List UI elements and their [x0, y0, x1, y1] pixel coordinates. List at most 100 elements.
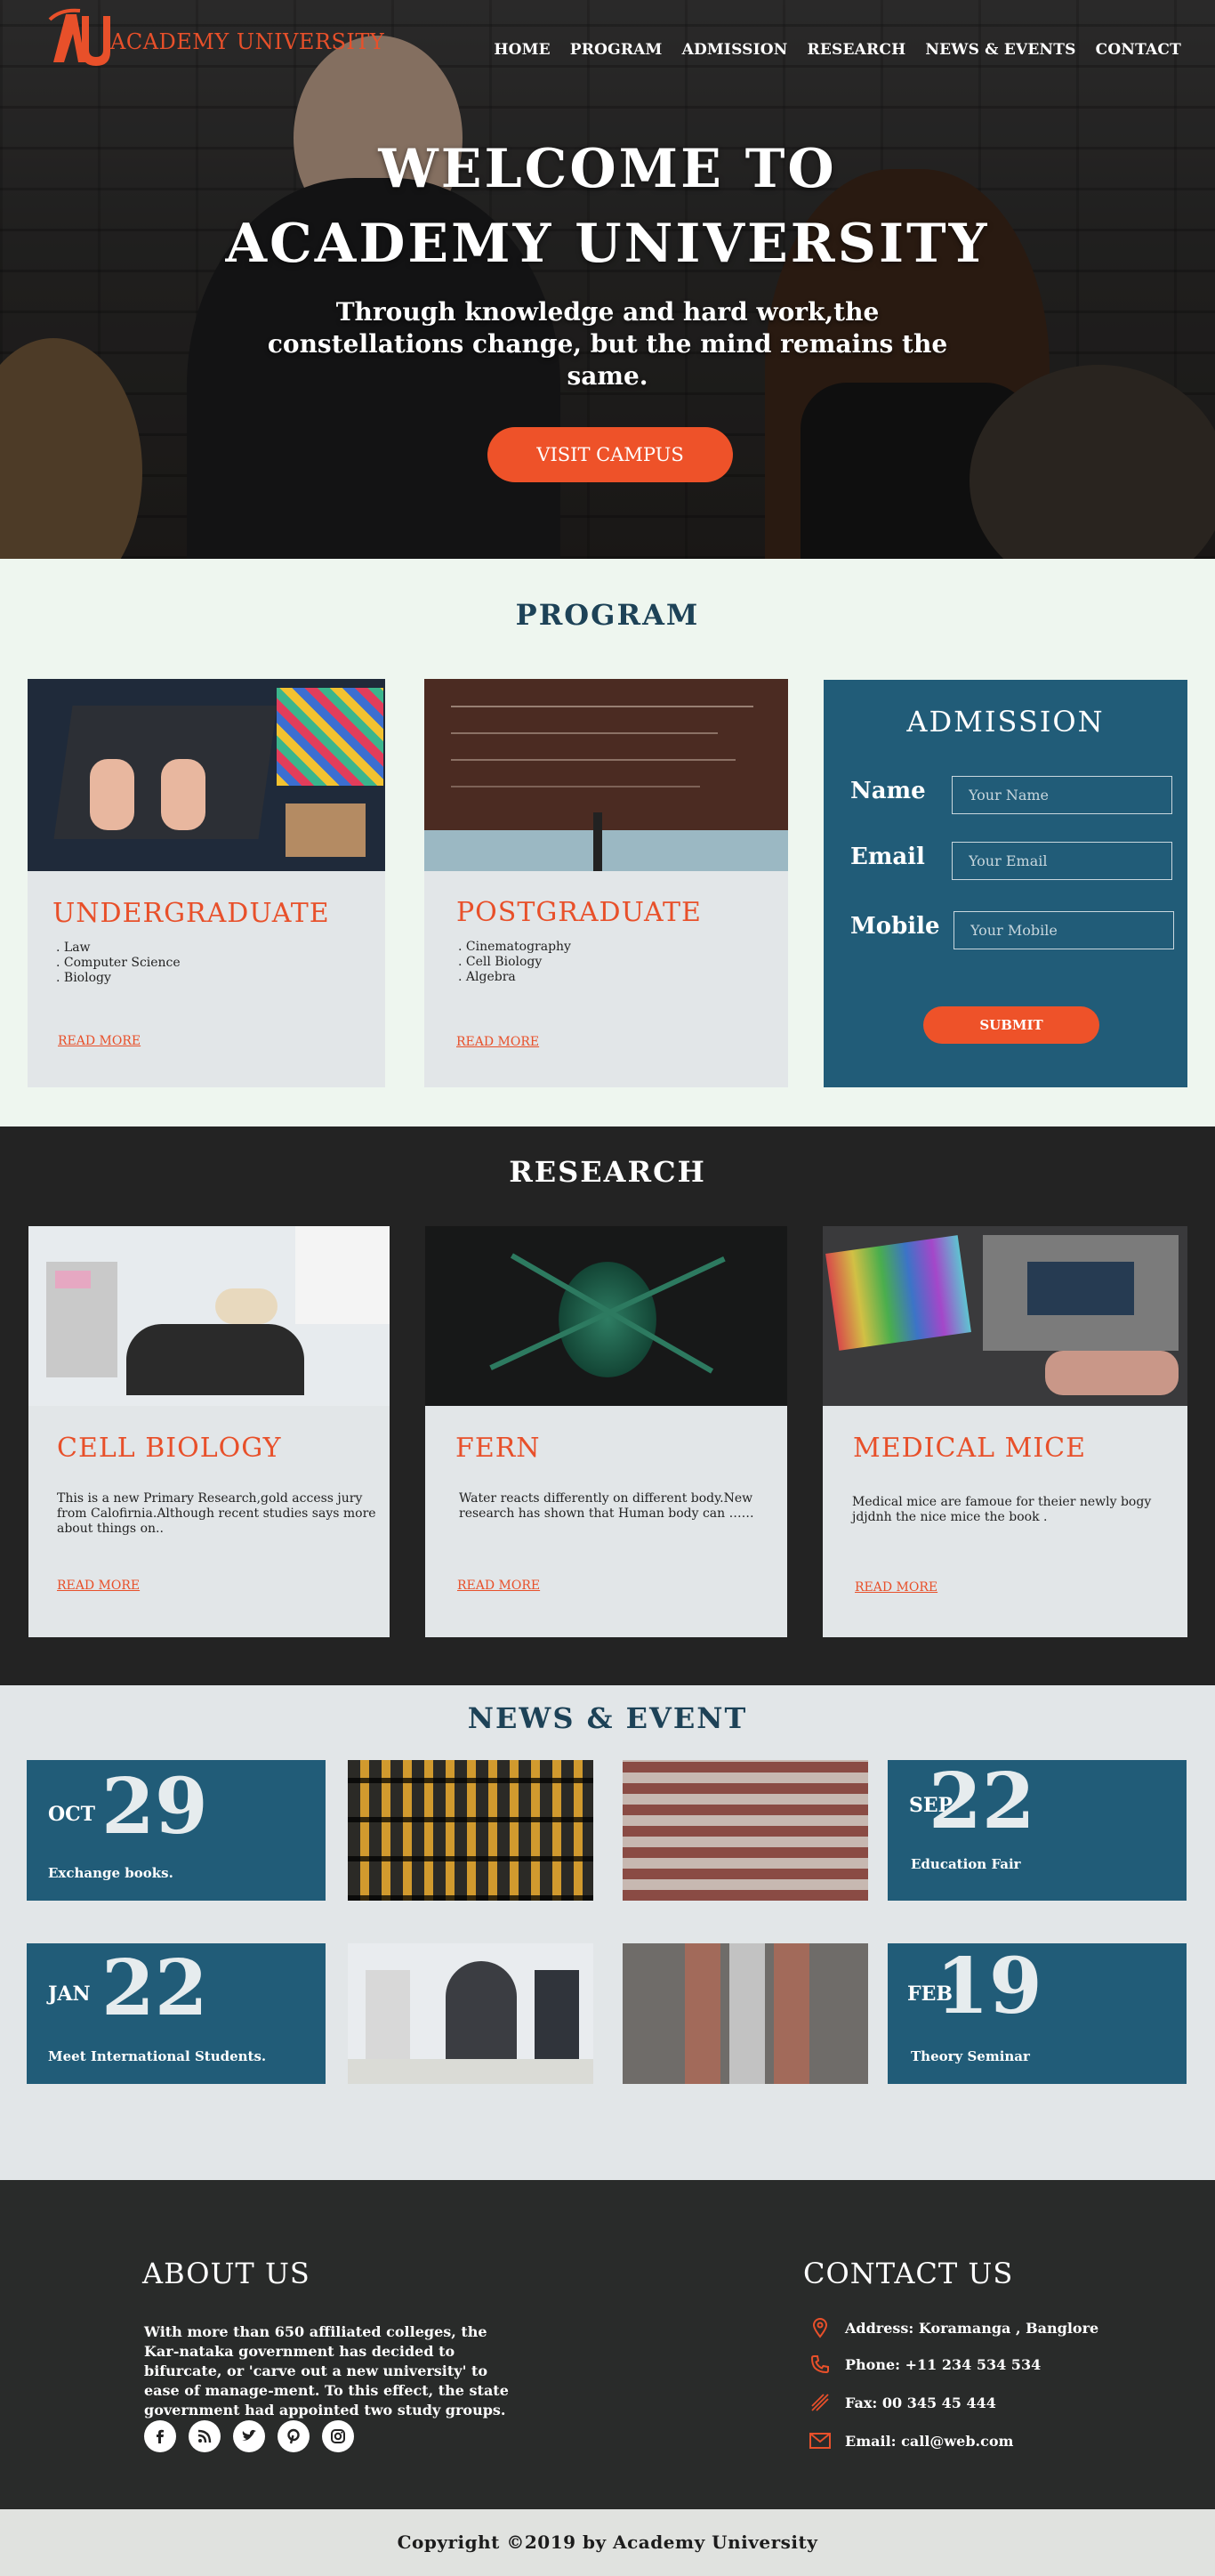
address-text: Address: Koramanga , Banglore: [845, 2319, 1099, 2337]
main-nav: HOME PROGRAM ADMISSION RESEARCH NEWS & E…: [494, 41, 1181, 59]
event-description: Theory Seminar: [911, 2048, 1030, 2064]
event-description: Meet International Students.: [48, 2048, 267, 2064]
card-text: Medical mice are famoue for theier newly…: [852, 1495, 1152, 1524]
event-month: JAN: [48, 1982, 91, 2006]
contact-email: Email: call@web.com: [808, 2428, 1013, 2453]
site-logo[interactable]: ACADEMY UNIVERSITY: [46, 7, 384, 73]
email-text: Email: call@web.com: [845, 2432, 1014, 2450]
read-more-link[interactable]: READ MORE: [457, 1579, 540, 1593]
email-input[interactable]: [952, 842, 1172, 880]
card-title: POSTGRADUATE: [456, 897, 702, 928]
event-day: 19: [936, 1942, 1042, 2031]
envelope-icon: [808, 2428, 833, 2453]
course-item: . Cinematography: [458, 940, 571, 954]
card-title: MEDICAL MICE: [853, 1433, 1087, 1464]
contact-address: Address: Koramanga , Banglore: [808, 2315, 1098, 2340]
university-logo-icon: [48, 8, 110, 66]
card-title: UNDERGRADUATE: [52, 898, 330, 929]
hero-title: WELCOME TO ACADEMY UNIVERSITY: [0, 132, 1215, 281]
event-day: 29: [101, 1762, 208, 1852]
contact-title: CONTACT US: [803, 2257, 1014, 2290]
course-item: . Biology: [56, 971, 111, 985]
read-more-link[interactable]: READ MORE: [456, 1035, 539, 1049]
copyright: Copyright ©2019 by Academy University: [0, 2509, 1215, 2576]
course-list: . Cinematography . Cell Biology . Algebr…: [458, 940, 571, 985]
mobile-label: Mobile: [850, 913, 940, 940]
submit-button[interactable]: SUBMIT: [923, 1006, 1099, 1044]
machinery-image: [623, 1943, 868, 2084]
course-list: . Law . Computer Science . Biology: [56, 941, 181, 986]
hero-subtitle: Through knowledge and hard work,the cons…: [267, 297, 948, 391]
pinterest-icon[interactable]: [278, 2420, 310, 2452]
research-card-cell-biology: CELL BIOLOGY This is a new Primary Resea…: [28, 1226, 390, 1637]
research-card-medical-mice: MEDICAL MICE Medical mice are famoue for…: [823, 1226, 1187, 1637]
nav-admission[interactable]: ADMISSION: [682, 41, 788, 59]
nav-home[interactable]: HOME: [494, 41, 550, 59]
news-title: NEWS & EVENT: [467, 1701, 748, 1735]
course-item: . Law: [56, 941, 91, 955]
contact-phone: Phone: +11 234 534 534: [808, 2352, 1041, 2377]
social-links: [144, 2420, 354, 2452]
laptop-image: [28, 679, 385, 871]
email-label: Email: [850, 844, 925, 870]
program-card-undergraduate: UNDERGRADUATE . Law . Computer Science .…: [28, 679, 385, 1087]
read-more-link[interactable]: READ MORE: [58, 1034, 141, 1048]
news-section: NEWS & EVENT OCT 29 Exchange books. SEP …: [0, 1685, 1215, 2180]
nav-news-events[interactable]: NEWS & EVENTS: [925, 41, 1075, 59]
card-text: Water reacts differently on different bo…: [459, 1491, 754, 1521]
brand-name: ACADEMY UNIVERSITY: [110, 29, 385, 54]
mobile-input[interactable]: [953, 911, 1174, 949]
name-label: Name: [850, 778, 926, 804]
fax-icon: [808, 2390, 833, 2415]
location-pin-icon: [808, 2315, 833, 2340]
fax-text: Fax: 00 345 45 444: [845, 2394, 996, 2411]
read-more-link[interactable]: READ MORE: [855, 1580, 937, 1595]
about-title: ABOUT US: [142, 2257, 310, 2290]
meeting-image: [348, 1943, 593, 2084]
event-description: Education Fair: [911, 1856, 1021, 1872]
hero-title-line2: ACADEMY UNIVERSITY: [225, 213, 990, 275]
research-title: RESEARCH: [509, 1155, 706, 1189]
research-section: RESEARCH CELL BIOLOGY This is a new Prim…: [0, 1126, 1215, 1685]
fern-image: [425, 1226, 787, 1406]
card-title: CELL BIOLOGY: [57, 1433, 282, 1464]
research-card-fern: FERN Water reacts differently on differe…: [425, 1226, 787, 1637]
contact-fax: Fax: 00 345 45 444: [808, 2390, 996, 2415]
facebook-icon[interactable]: [144, 2420, 176, 2452]
nav-program[interactable]: PROGRAM: [570, 41, 663, 59]
admission-form: ADMISSION Name Email Mobile SUBMIT: [824, 680, 1187, 1087]
nav-contact[interactable]: CONTACT: [1096, 41, 1181, 59]
nav-research[interactable]: RESEARCH: [808, 41, 906, 59]
admission-title: ADMISSION: [906, 705, 1105, 739]
program-section: PROGRAM UNDERGRADUATE . Law . Computer S…: [0, 559, 1215, 1126]
event-card[interactable]: FEB 19 Theory Seminar: [888, 1943, 1187, 2084]
card-text: This is a new Primary Research,gold acce…: [57, 1491, 376, 1536]
course-item: . Computer Science: [56, 956, 181, 970]
event-card[interactable]: OCT 29 Exchange books.: [27, 1760, 326, 1901]
rss-icon[interactable]: [189, 2420, 221, 2452]
event-card[interactable]: JAN 22 Meet International Students.: [27, 1943, 326, 2084]
name-input[interactable]: [952, 776, 1172, 814]
event-month: OCT: [48, 1803, 96, 1826]
event-card[interactable]: SEP 22 Education Fair: [888, 1760, 1187, 1901]
hero-title-line1: WELCOME TO: [378, 138, 837, 200]
phone-icon: [808, 2352, 833, 2377]
lab-equipment-image: [823, 1226, 1187, 1406]
course-item: . Algebra: [458, 970, 516, 984]
bookshelf-image: [348, 1760, 593, 1901]
instagram-icon[interactable]: [322, 2420, 354, 2452]
footer: ABOUT US With more than 650 affiliated c…: [0, 2180, 1215, 2509]
program-title: PROGRAM: [515, 598, 700, 632]
visit-campus-button[interactable]: VISIT CAMPUS: [487, 427, 733, 482]
twitter-icon[interactable]: [233, 2420, 265, 2452]
about-text: With more than 650 affiliated colleges, …: [144, 2323, 509, 2419]
event-description: Exchange books.: [48, 1865, 173, 1881]
course-item: . Cell Biology: [458, 955, 543, 969]
auditorium-image: [623, 1760, 868, 1901]
card-title: FERN: [455, 1433, 541, 1464]
read-more-link[interactable]: READ MORE: [57, 1579, 140, 1593]
chalkboard-image: [424, 679, 788, 871]
lab-image: [28, 1226, 390, 1406]
phone-text: Phone: +11 234 534 534: [845, 2355, 1042, 2373]
event-day: 22: [101, 1943, 208, 2033]
